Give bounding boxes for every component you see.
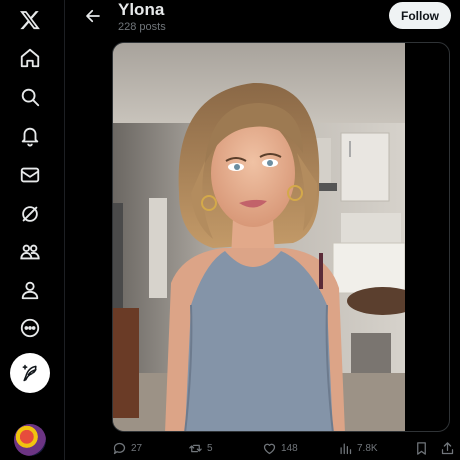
post-count: 228 posts: [118, 21, 166, 33]
profile-icon[interactable]: [10, 270, 50, 310]
like-count: 148: [281, 442, 298, 454]
post-media[interactable]: [112, 42, 450, 432]
views-count: 7.8K: [357, 442, 378, 454]
back-arrow-icon: [86, 9, 100, 23]
like-button[interactable]: 148: [262, 438, 298, 458]
account-avatar[interactable]: [14, 424, 46, 456]
compose-post-button[interactable]: [10, 353, 50, 393]
views-button[interactable]: 7.8K: [338, 438, 378, 458]
notifications-icon[interactable]: [10, 116, 50, 156]
sidebar-divider: [64, 0, 65, 460]
reply-icon: [113, 442, 126, 454]
x-logo-icon[interactable]: [10, 0, 50, 40]
back-button[interactable]: [75, 2, 111, 30]
heart-icon: [263, 443, 276, 454]
left-sidebar: [0, 0, 64, 460]
compose-post-icon: [22, 364, 37, 382]
bookmark-button[interactable]: [414, 438, 429, 458]
communities-icon[interactable]: [10, 232, 50, 272]
profile-name: Ylona: [118, 0, 165, 19]
repost-icon: [189, 444, 202, 452]
messages-icon[interactable]: [10, 155, 50, 195]
more-icon[interactable]: [10, 308, 50, 348]
share-icon: [441, 441, 454, 454]
reply-count: 27: [131, 442, 143, 454]
post-photo[interactable]: [113, 43, 405, 431]
views-icon: [340, 443, 352, 454]
post-action-bar: 27 5 148 7.8K: [112, 438, 460, 458]
share-button[interactable]: [440, 438, 455, 458]
reply-button[interactable]: 27: [112, 438, 142, 458]
bookmark-icon: [417, 441, 426, 455]
repost-button[interactable]: 5: [188, 438, 213, 458]
follow-button[interactable]: Follow: [389, 2, 451, 29]
grok-icon[interactable]: [10, 194, 50, 234]
repost-count: 5: [207, 442, 213, 454]
home-icon[interactable]: [10, 38, 50, 78]
search-icon[interactable]: [10, 77, 50, 117]
